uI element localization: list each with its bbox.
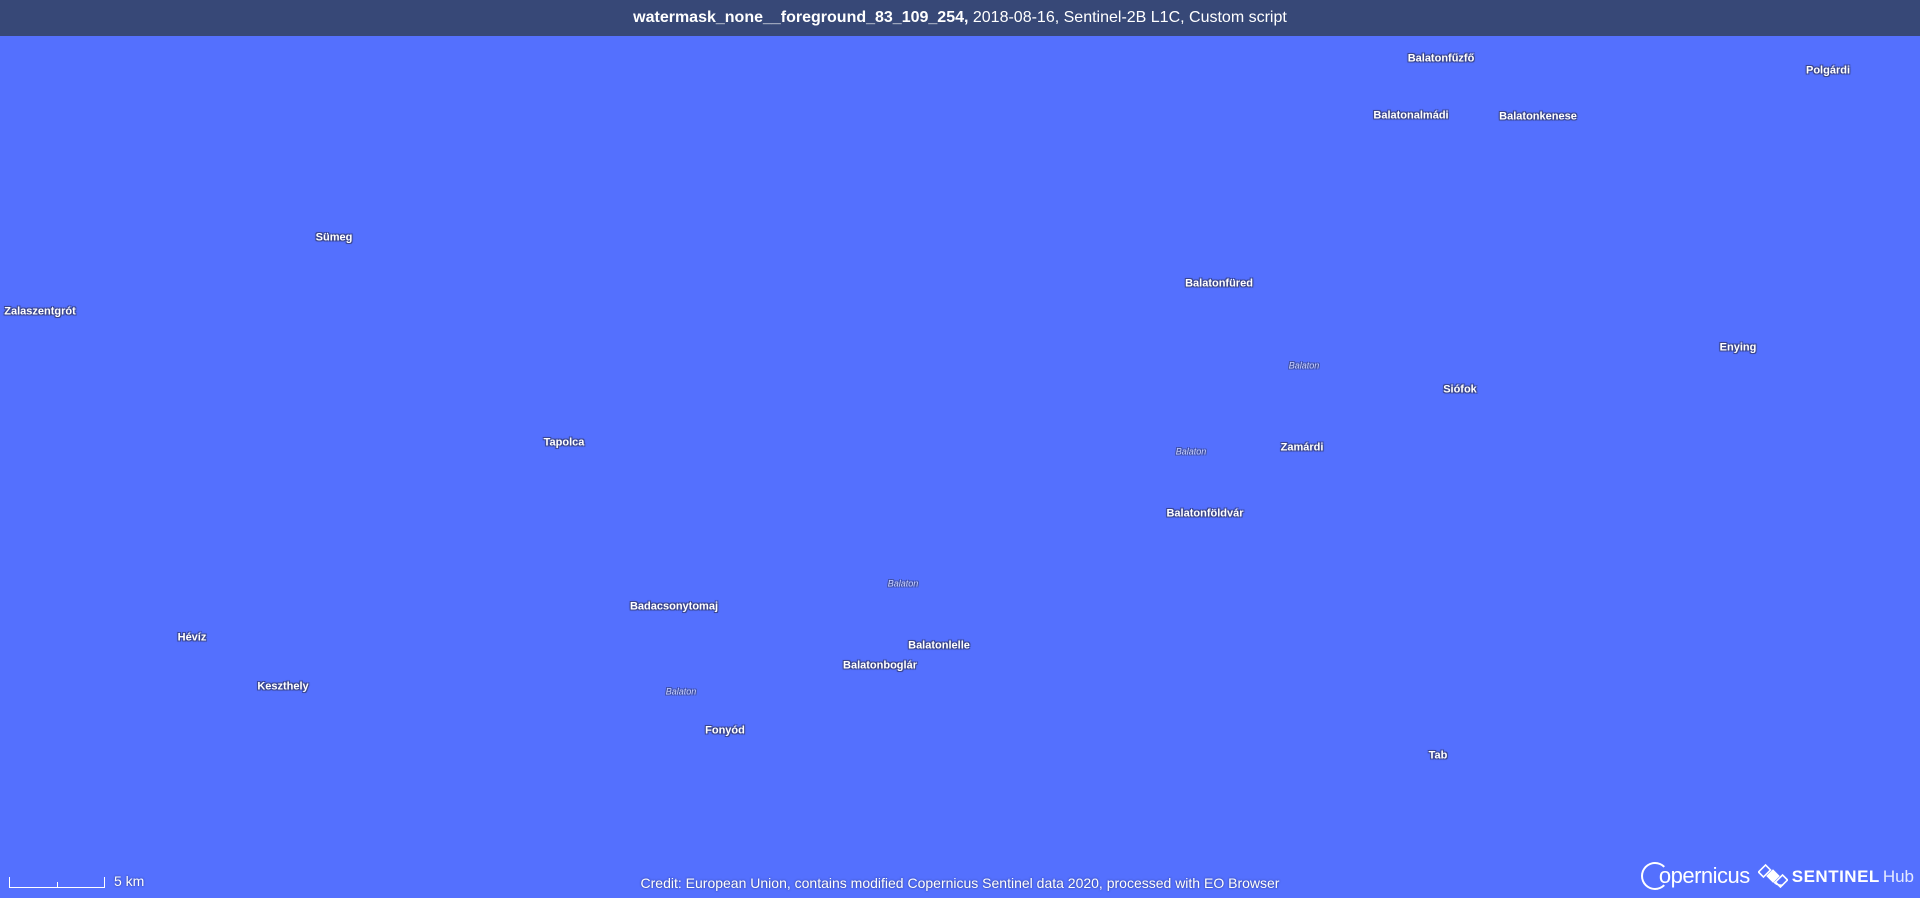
water-label-balaton: Balaton	[887, 578, 919, 589]
city-label-keszthely: Keszthely	[257, 680, 309, 693]
layer-meta: 2018-08-16, Sentinel-2B L1C, Custom scri…	[968, 9, 1287, 26]
water-label-balaton: Balaton	[665, 686, 697, 697]
scale-label: 5 km	[114, 873, 145, 889]
city-label-sumeg: Sümeg	[315, 231, 353, 244]
sentinel-hub-text: Hub	[1882, 866, 1914, 886]
city-label-balatonkenese: Balatonkenese	[1499, 110, 1577, 123]
city-label-fonyod: Fonyód	[705, 724, 745, 737]
city-label-zalaszentgrot: Zalaszentgrót	[4, 305, 76, 318]
city-label-zamardi: Zamárdi	[1280, 441, 1324, 454]
city-label-balatonalmadi: Balatonalmádi	[1373, 109, 1449, 122]
city-label-balatonlelle: Balatonlelle	[908, 639, 970, 652]
city-label-heviz: Hévíz	[177, 631, 207, 644]
city-label-tapolca: Tapolca	[543, 436, 585, 449]
city-label-siofok: Siófok	[1443, 383, 1477, 396]
satellite-icon	[1757, 863, 1788, 889]
water-label-balaton: Balaton	[1288, 360, 1320, 371]
city-label-balatonfoldvar: Balatonföldvár	[1166, 507, 1244, 520]
city-label-enying: Enying	[1719, 341, 1757, 354]
map-page: watermask_none__foreground_83_109_254, 2…	[0, 0, 1920, 898]
map-canvas[interactable]: Balatonfűzfő Polgárdi Balatonalmádi Bala…	[0, 36, 1920, 898]
city-label-polgardi: Polgárdi	[1805, 64, 1851, 77]
city-label-balatonboglar: Balatonboglár	[843, 659, 917, 672]
city-label-balatonfuzfo: Balatonfűzfő	[1407, 52, 1475, 65]
city-label-balatonfured: Balatonfüred	[1185, 277, 1253, 290]
city-label-tab: Tab	[1428, 749, 1448, 762]
logos: opernicus SENTINEL Hub	[1640, 860, 1914, 892]
scale-bar: 5 km	[9, 874, 144, 888]
copernicus-logo-text: opernicus	[1658, 863, 1750, 888]
header-bar: watermask_none__foreground_83_109_254, 2…	[0, 0, 1920, 36]
sentinel-hub-logo[interactable]: SENTINEL Hub	[1757, 861, 1914, 891]
scale-bar-graphic	[9, 877, 105, 888]
credit-text: Credit: European Union, contains modifie…	[640, 875, 1280, 891]
water-label-balaton: Balaton	[1175, 446, 1207, 457]
copernicus-logo[interactable]: opernicus	[1640, 862, 1750, 890]
sentinel-logo-text: SENTINEL	[1791, 866, 1880, 886]
city-label-badacsonytomaj: Badacsonytomaj	[629, 600, 719, 613]
layer-title: watermask_none__foreground_83_109_254,	[633, 9, 969, 26]
